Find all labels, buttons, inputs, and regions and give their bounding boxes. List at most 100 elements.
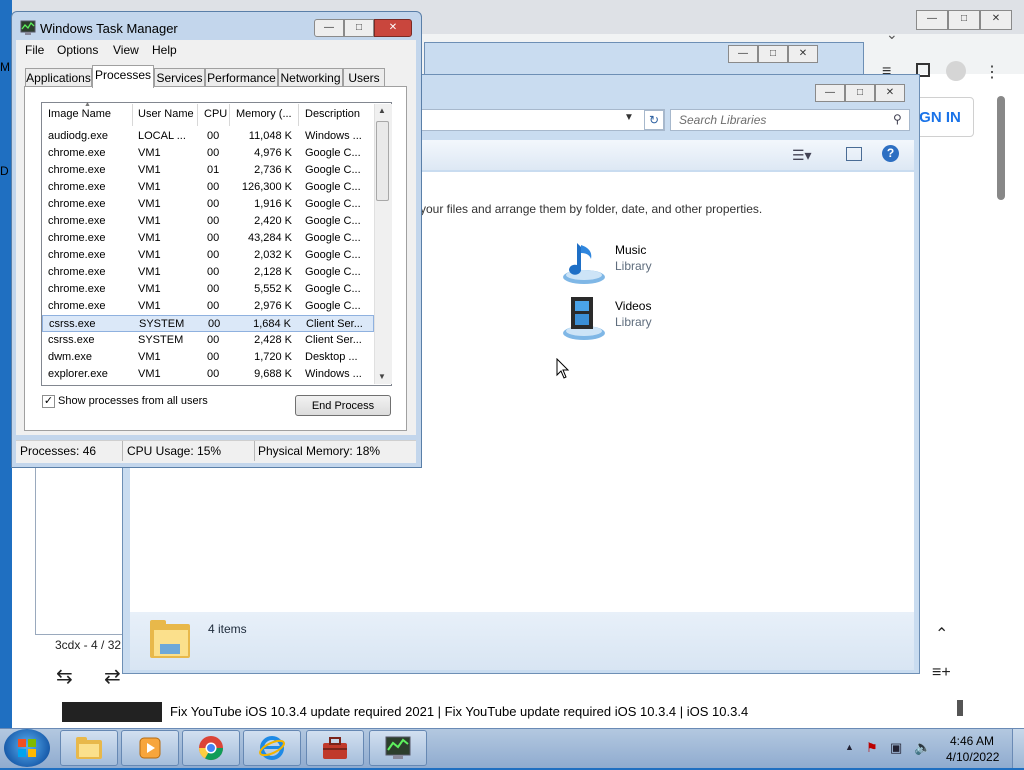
help-icon[interactable]: ? [882, 145, 899, 162]
shuffle-icon[interactable]: ⇄ [104, 664, 121, 689]
process-row[interactable]: chrome.exe VM1 01 2,736 K Google C... [42, 162, 374, 179]
task-manager-icon [385, 736, 411, 759]
menu-options[interactable]: Options [57, 43, 98, 57]
video-thumbnail[interactable] [62, 702, 162, 722]
process-row[interactable]: chrome.exe VM1 00 126,300 K Google C... [42, 179, 374, 196]
scroll-down-icon[interactable]: ▼ [378, 372, 386, 381]
show-hidden-icons-icon[interactable]: ▲ [845, 742, 854, 752]
column-header-description[interactable]: Description [305, 108, 360, 120]
process-row[interactable]: chrome.exe VM1 00 4,976 K Google C... [42, 145, 374, 162]
status-physical-memory: Physical Memory: 18% [258, 444, 381, 458]
cell-memory: 11,048 K [248, 130, 292, 142]
menu-view[interactable]: View [113, 43, 139, 57]
clock-date[interactable]: 4/10/2022 [946, 750, 999, 764]
maximize-button[interactable]: □ [845, 84, 875, 102]
maximize-button[interactable]: □ [758, 45, 788, 63]
library-item-music[interactable]: Music Library [561, 239, 681, 289]
tab-services[interactable]: Services [154, 68, 205, 86]
cell-cpu: 00 [207, 181, 220, 193]
process-row[interactable]: chrome.exe VM1 00 2,420 K Google C... [42, 213, 374, 230]
chevron-down-icon[interactable]: ⌄ [886, 26, 898, 43]
network-icon[interactable]: ▣ [890, 740, 902, 756]
collapse-icon[interactable]: ⌃ [935, 624, 948, 644]
column-divider [298, 104, 299, 126]
process-row[interactable]: chrome.exe VM1 00 2,032 K Google C... [42, 247, 374, 264]
tab-users[interactable]: Users [343, 68, 385, 86]
loop-icon[interactable]: ⇆ [56, 664, 73, 689]
explorer-icon [76, 737, 102, 759]
column-header-user-name[interactable]: User Name [138, 108, 194, 120]
search-icon[interactable]: ⚲ [893, 112, 902, 126]
taskbar-explorer-button[interactable] [60, 730, 118, 766]
process-row[interactable]: dwm.exe VM1 00 1,720 K Desktop ... [42, 349, 374, 366]
tab-processes[interactable]: Processes [92, 65, 154, 88]
column-divider [229, 104, 230, 126]
close-button[interactable]: ✕ [374, 19, 412, 37]
volume-icon[interactable]: 🔈 [914, 739, 931, 756]
end-process-button[interactable]: End Process [295, 395, 391, 416]
process-row[interactable]: explorer.exe VM1 00 9,688 K Windows ... [42, 366, 374, 383]
video-title[interactable]: Fix YouTube iOS 10.3.4 update required 2… [170, 704, 748, 719]
cell-memory: 2,420 K [254, 215, 292, 227]
column-header-cpu[interactable]: CPU [204, 108, 227, 120]
menu-help[interactable]: Help [152, 43, 177, 57]
action-center-icon[interactable]: ⚑ [866, 740, 878, 756]
tab-networking[interactable]: Networking [278, 68, 343, 86]
minimize-button[interactable]: — [314, 19, 344, 37]
status-cpu-usage: CPU Usage: 15% [127, 444, 222, 458]
taskbar-task-manager-button[interactable] [369, 730, 427, 766]
clock-time[interactable]: 4:46 AM [950, 734, 994, 748]
address-dropdown-icon[interactable]: ▼ [624, 112, 634, 123]
tab-applications[interactable]: Applications [25, 68, 92, 86]
process-row[interactable]: csrss.exe SYSTEM 00 2,428 K Client Ser... [42, 332, 374, 349]
cell-image-name: audiodg.exe [48, 130, 108, 142]
process-row[interactable]: chrome.exe VM1 00 2,128 K Google C... [42, 264, 374, 281]
minimize-button[interactable]: — [916, 10, 948, 30]
page-scrollbar[interactable] [997, 96, 1005, 200]
minimize-button[interactable]: — [728, 45, 758, 63]
cell-description: Google C... [305, 215, 361, 227]
mouse-cursor-icon [556, 358, 570, 379]
task-manager-window-controls: — □ ✕ [314, 19, 412, 37]
add-to-queue-icon[interactable]: ≡+ [932, 664, 951, 682]
menu-file[interactable]: File [25, 43, 44, 57]
process-row[interactable]: chrome.exe VM1 00 2,976 K Google C... [42, 298, 374, 315]
close-button[interactable]: ✕ [875, 84, 905, 102]
cell-description: Google C... [305, 232, 361, 244]
scrollbar-thumb[interactable] [376, 121, 389, 201]
close-button[interactable]: ✕ [980, 10, 1012, 30]
cell-memory: 4,976 K [254, 147, 292, 159]
taskbar-ie-button[interactable] [243, 730, 301, 766]
playlist-scrollbar[interactable] [957, 700, 963, 716]
close-button[interactable]: ✕ [788, 45, 818, 63]
start-button[interactable] [4, 729, 50, 767]
refresh-icon[interactable]: ↻ [644, 110, 664, 130]
cell-user-name: SYSTEM [139, 318, 185, 330]
more-menu-icon[interactable]: ⋮ [984, 62, 1000, 82]
process-row[interactable]: chrome.exe VM1 00 5,552 K Google C... [42, 281, 374, 298]
process-row[interactable]: audiodg.exe LOCAL ... 00 11,048 K Windows ..… [42, 128, 374, 145]
tab-performance[interactable]: Performance [205, 68, 278, 86]
taskbar-media-player-button[interactable] [121, 730, 179, 766]
preview-pane-icon[interactable] [846, 147, 862, 161]
maximize-button[interactable]: □ [344, 19, 374, 37]
window-title: Windows Task Manager [40, 21, 178, 36]
column-header-image-name[interactable]: Image Name [48, 108, 111, 120]
show-all-processes-checkbox[interactable]: ✓ [42, 395, 55, 408]
cell-image-name: chrome.exe [48, 215, 106, 227]
column-header-memory[interactable]: Memory (... [236, 108, 292, 120]
maximize-button[interactable]: □ [948, 10, 980, 30]
process-row[interactable]: csrss.exe SYSTEM 00 1,684 K Client Ser... [42, 315, 374, 332]
scroll-up-icon[interactable]: ▲ [378, 106, 386, 115]
process-row[interactable]: chrome.exe VM1 00 43,284 K Google C... [42, 230, 374, 247]
process-row[interactable]: chrome.exe VM1 00 1,916 K Google C... [42, 196, 374, 213]
show-desktop-button[interactable] [1012, 729, 1024, 768]
library-item-videos[interactable]: Videos Library [561, 295, 681, 345]
taskbar-toolbox-button[interactable] [306, 730, 364, 766]
view-options-icon[interactable]: ☰▾ [792, 147, 812, 164]
minimize-button[interactable]: — [815, 84, 845, 102]
cell-memory: 2,976 K [254, 300, 292, 312]
profile-icon[interactable] [946, 61, 966, 81]
search-input[interactable]: Search Libraries [670, 109, 910, 131]
taskbar-chrome-button[interactable] [182, 730, 240, 766]
